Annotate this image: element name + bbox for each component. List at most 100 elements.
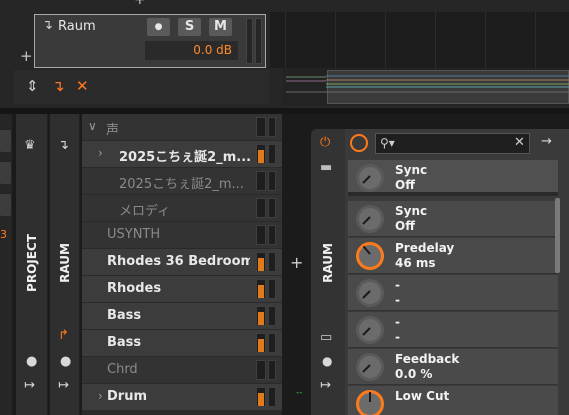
search-icon: ⚲▾ [380, 136, 395, 150]
track-list-label: 2025こちぇ誕2_m... [119, 177, 244, 192]
track-list-label: 声 [106, 123, 120, 138]
knob-pointer [362, 175, 371, 184]
route-out-icon[interactable]: ↦ [24, 378, 35, 393]
param-knob[interactable] [356, 164, 384, 192]
track-name[interactable]: Raum [58, 19, 96, 34]
track-list-label: Rhodes 36 Bedroomp... [107, 254, 250, 269]
project-label: PROJECT [25, 234, 39, 292]
param-name: Feedback [395, 352, 460, 366]
knob-pointer [362, 364, 371, 373]
chevron-right-icon[interactable]: › [98, 146, 103, 160]
knob-icon[interactable]: ● [26, 354, 37, 369]
grid-line [285, 12, 286, 68]
arrow-right-icon[interactable]: → [541, 134, 552, 149]
grid-line [385, 12, 386, 68]
route-out-icon[interactable]: ↦ [320, 378, 331, 393]
param-name: - [395, 315, 400, 329]
resize-icon[interactable]: ⇕ [26, 77, 39, 95]
param-name: Sync [395, 204, 428, 218]
preset-search-input[interactable] [375, 133, 530, 154]
knob-pointer [362, 327, 371, 336]
raum-label: RAUM [58, 243, 72, 283]
level-meter [246, 18, 253, 64]
overview-clips [286, 75, 569, 93]
meter-fill [258, 150, 264, 163]
meter-fill [258, 312, 264, 325]
param-name: - [395, 278, 400, 292]
add-icon[interactable]: + [134, 0, 146, 8]
folder-icon[interactable]: ▬ [320, 160, 332, 175]
track-level-meter [256, 198, 266, 218]
meter-fill [258, 339, 264, 352]
track-list-label: 2025こちぇ誕2_m... [119, 150, 250, 165]
meter-fill [258, 393, 264, 406]
track-level-meter [268, 171, 276, 191]
volume-field[interactable]: 0.0 dB [145, 41, 238, 60]
track-list-label: Bass [107, 335, 142, 350]
arranger-grid[interactable] [270, 12, 569, 68]
param-name: Sync [395, 163, 428, 177]
add-track-icon[interactable]: + [20, 47, 33, 65]
route-icon[interactable]: ↴ [52, 77, 65, 95]
left-chip[interactable] [0, 162, 11, 184]
mute-button[interactable]: M [209, 18, 232, 36]
param-value: - [395, 330, 400, 344]
crown-icon[interactable]: ♛ [24, 138, 36, 153]
power-icon[interactable]: ⏻ [320, 135, 330, 150]
param-knob[interactable] [356, 390, 384, 415]
remote-controls-icon[interactable] [350, 134, 368, 152]
param-knob[interactable] [356, 353, 384, 381]
meter-fill [258, 258, 264, 271]
left-chip[interactable] [0, 194, 11, 216]
record-arm-button[interactable]: ● [147, 18, 170, 36]
knob-pointer [362, 290, 371, 299]
chevron-down-icon[interactable]: ∨ [88, 119, 97, 133]
grid-line [485, 12, 486, 68]
track-level-meter [268, 360, 276, 380]
knob-icon[interactable]: ● [60, 354, 71, 369]
param-knob[interactable] [356, 205, 384, 233]
grid-line [335, 12, 336, 68]
track-level-meter [256, 279, 266, 299]
param-scrollbar[interactable] [555, 198, 560, 273]
chevron-right-icon[interactable]: › [98, 389, 103, 403]
param-value: - [395, 293, 400, 307]
track-list-label: メロディ [119, 204, 171, 219]
left-chip[interactable] [0, 130, 11, 152]
daw-window: + ↴ Raum ● S M 0.0 dB + ⇕ ↴ ✕ 3 ♛ PROJEC… [0, 0, 569, 415]
add-device-icon[interactable]: + [290, 253, 303, 272]
close-icon[interactable]: ✕ [76, 77, 89, 95]
window-icon[interactable]: ▭ [320, 330, 332, 345]
param-name: Low Cut [395, 389, 450, 403]
track-level-meter [256, 171, 266, 191]
route-out-icon[interactable]: ↦ [58, 378, 69, 393]
track-level-meter [268, 225, 276, 245]
solo-button[interactable]: S [178, 18, 201, 36]
track-level-meter [268, 387, 276, 407]
track-list-label: Chrd [107, 362, 138, 377]
track-level-meter [256, 387, 266, 407]
knob-pointer [369, 392, 371, 402]
left-strip [0, 114, 12, 415]
param-value: Off [395, 178, 415, 192]
clear-search-icon[interactable]: ✕ [514, 135, 525, 150]
track-level-meter [268, 333, 276, 353]
track-level-meter [268, 144, 276, 164]
track-level-meter [268, 279, 276, 299]
param-knob[interactable] [356, 316, 384, 344]
meter-fill [258, 285, 264, 298]
track-level-meter [256, 225, 266, 245]
level-meter [255, 18, 262, 64]
route-arrow-icon[interactable]: ↴ [58, 138, 69, 153]
knob-pointer [362, 245, 371, 255]
track-list-label: Bass [107, 308, 142, 323]
param-value: Off [395, 219, 415, 233]
grid-line [435, 12, 436, 68]
knob-icon[interactable]: ● [322, 354, 332, 368]
param-knob[interactable] [356, 242, 384, 270]
track-level-meter [256, 360, 266, 380]
track-level-meter [268, 117, 276, 137]
send-icon[interactable]: ↱ [58, 328, 69, 343]
param-name: Predelay [395, 241, 455, 255]
param-knob[interactable] [356, 279, 384, 307]
